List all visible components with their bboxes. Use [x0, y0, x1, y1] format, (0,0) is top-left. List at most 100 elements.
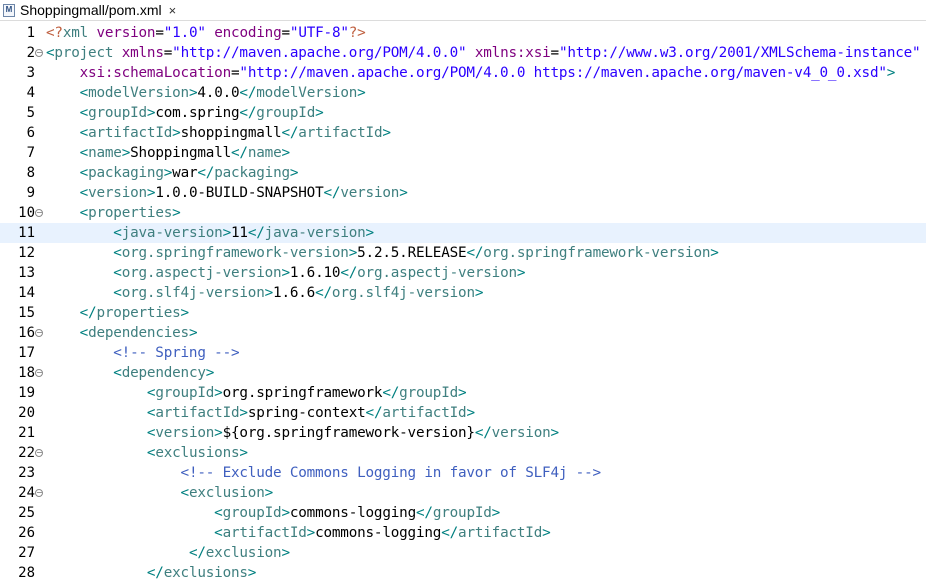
- code-token: <: [79, 185, 89, 201]
- fold-toggle-icon[interactable]: −: [35, 209, 43, 217]
- code-line[interactable]: 8 <packaging>war</packaging>: [0, 163, 926, 183]
- code-token: =: [281, 25, 290, 41]
- code-token: <: [113, 265, 122, 281]
- line-number: 7: [26, 145, 35, 161]
- line-number: 23: [18, 465, 35, 481]
- code-text: </exclusions>: [46, 563, 257, 583]
- fold-toggle-icon[interactable]: −: [35, 369, 43, 377]
- fold-toggle-icon[interactable]: −: [35, 449, 43, 457]
- line-number: 16: [18, 325, 35, 341]
- code-token: java-version: [121, 225, 223, 241]
- code-token: >: [239, 445, 248, 461]
- line-number: 8: [26, 165, 35, 181]
- code-line[interactable]: 19 <groupId>org.springframework</groupId…: [0, 383, 926, 403]
- code-line[interactable]: 18− <dependency>: [0, 363, 926, 383]
- code-token: properties: [88, 205, 173, 221]
- code-line[interactable]: 9 <version>1.0.0-BUILD-SNAPSHOT</version…: [0, 183, 926, 203]
- code-token: >: [172, 205, 181, 221]
- close-icon[interactable]: ×: [169, 3, 177, 18]
- code-text: <org.springframework-version>5.2.5.RELEA…: [46, 243, 719, 263]
- line-number: 12: [18, 245, 35, 261]
- code-token: <: [113, 365, 122, 381]
- code-token: >: [188, 325, 198, 341]
- code-line[interactable]: 3 xsi:schemaLocation="http://maven.apach…: [0, 63, 926, 83]
- code-token: </: [340, 265, 358, 281]
- code-line[interactable]: 21 <version>${org.springframework-versio…: [0, 423, 926, 443]
- code-token: project: [54, 45, 122, 61]
- code-token: >: [710, 245, 719, 261]
- code-token: =: [550, 45, 560, 61]
- code-token: >: [205, 365, 215, 381]
- line-number: 26: [18, 525, 35, 541]
- code-line[interactable]: 28 </exclusions>: [0, 563, 926, 583]
- code-token: spring-context: [247, 405, 366, 421]
- line-number: 22: [18, 445, 35, 461]
- code-line[interactable]: 26 <artifactId>commons-logging</artifact…: [0, 523, 926, 543]
- code-token: artifactId: [155, 405, 240, 421]
- maven-pom-file-icon: M: [3, 3, 15, 17]
- code-token: org.aspectj-version: [357, 265, 517, 281]
- code-token: 1.6.10: [289, 265, 341, 281]
- code-line[interactable]: 14 <org.slf4j-version>1.6.6</org.slf4j-v…: [0, 283, 926, 303]
- code-line[interactable]: 22− <exclusions>: [0, 443, 926, 463]
- code-line[interactable]: 11 <java-version>11</java-version>: [0, 223, 926, 243]
- editor-tab-pom-xml[interactable]: M Shoppingmall/pom.xml ×: [0, 0, 198, 20]
- line-number: 2: [26, 45, 35, 61]
- code-line[interactable]: 20 <artifactId>spring-context</artifactI…: [0, 403, 926, 423]
- code-token: "http://www.w3.org/2001/XMLSchema-instan…: [558, 45, 921, 61]
- code-token: version: [155, 425, 215, 441]
- code-token: <?: [46, 25, 63, 41]
- code-token: com.spring: [155, 105, 240, 121]
- code-line[interactable]: 15 </properties>: [0, 303, 926, 323]
- code-token: >: [348, 245, 358, 261]
- code-line[interactable]: 23 <!-- Exclude Commons Logging in favor…: [0, 463, 926, 483]
- code-line[interactable]: 2− <project xmlns="http://maven.apache.or…: [0, 43, 926, 63]
- code-token: exclusion: [205, 545, 282, 561]
- code-line[interactable]: 7 <name>Shoppingmall</name>: [0, 143, 926, 163]
- code-token: >: [281, 505, 290, 521]
- code-text: <org.aspectj-version>1.6.10</org.aspectj…: [46, 263, 525, 283]
- code-token: >: [281, 145, 290, 161]
- code-token: >: [172, 125, 181, 141]
- code-token: "http://maven.apache.org/POM/4.0.0": [172, 45, 467, 61]
- code-line[interactable]: 24− <exclusion>: [0, 483, 926, 503]
- code-editor[interactable]: 1 <?xml version="1.0" encoding="UTF-8"?> 2…: [0, 23, 926, 585]
- code-token: <: [113, 245, 122, 261]
- fold-toggle-icon[interactable]: −: [35, 49, 43, 57]
- code-line[interactable]: 16− <dependencies>: [0, 323, 926, 343]
- code-token: exclusion: [188, 485, 265, 501]
- code-token: >: [382, 125, 391, 141]
- code-line[interactable]: 17 <!-- Spring -->: [0, 343, 926, 363]
- code-line[interactable]: 4 <modelVersion>4.0.0</modelVersion>: [0, 83, 926, 103]
- code-token: <: [79, 85, 89, 101]
- code-line[interactable]: 13 <org.aspectj-version>1.6.10</org.aspe…: [0, 263, 926, 283]
- code-line[interactable]: 10− <properties>: [0, 203, 926, 223]
- code-token: org.slf4j-version: [121, 285, 265, 301]
- code-token: artifactId: [222, 525, 307, 541]
- code-token: </: [239, 105, 257, 121]
- code-token: </: [323, 185, 341, 201]
- code-line[interactable]: 1 <?xml version="1.0" encoding="UTF-8"?>: [0, 23, 926, 43]
- fold-toggle-icon[interactable]: −: [35, 489, 43, 497]
- code-token: artifactId: [382, 405, 467, 421]
- code-line[interactable]: 5 <groupId>com.spring</groupId>: [0, 103, 926, 123]
- code-token: name: [88, 145, 122, 161]
- code-line[interactable]: 12 <org.springframework-version>5.2.5.RE…: [0, 243, 926, 263]
- code-token: groupId: [88, 105, 147, 121]
- code-text: <version>${org.springframework-version}<…: [46, 423, 559, 443]
- code-line[interactable]: 27 </exclusion>: [0, 543, 926, 563]
- code-token: <: [113, 285, 122, 301]
- code-line[interactable]: 25 <groupId>commons-logging</groupId>: [0, 503, 926, 523]
- code-line[interactable]: 6 <artifactId>shoppingmall</artifactId>: [0, 123, 926, 143]
- fold-toggle-icon[interactable]: −: [35, 329, 43, 337]
- code-token: version: [88, 185, 147, 201]
- code-token: </: [415, 505, 433, 521]
- code-text: <dependencies>: [46, 323, 198, 343]
